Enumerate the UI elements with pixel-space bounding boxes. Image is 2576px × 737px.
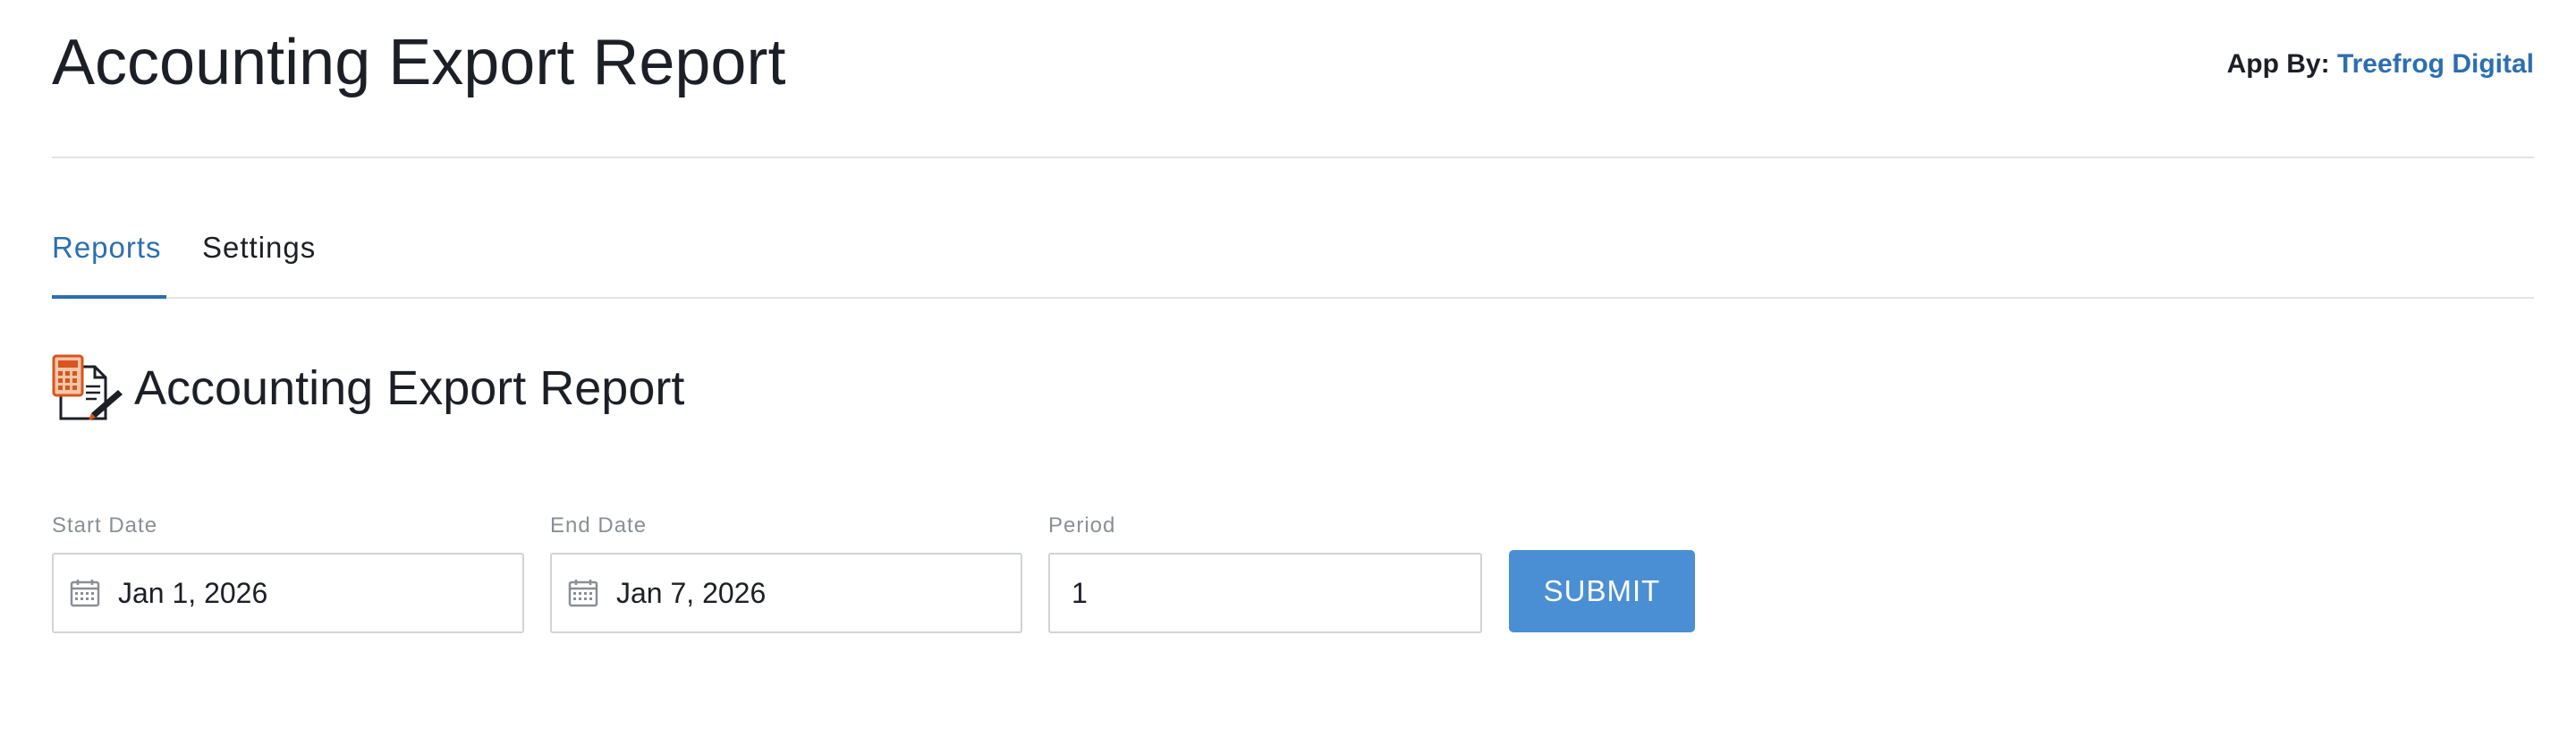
start-date-input[interactable]: Jan 1, 2026 — [52, 553, 524, 633]
end-date-label: End Date — [550, 513, 648, 538]
calendar-icon — [568, 580, 598, 607]
period-field: Period 1 — [1048, 513, 1482, 633]
period-value: 1 — [1072, 576, 1088, 609]
submit-button[interactable]: SUBMIT — [1509, 550, 1695, 632]
start-date-field: Start Date Jan 1, 2026 — [52, 513, 524, 633]
page: Accounting Export Report App By: Treefro… — [0, 0, 2576, 737]
calendar-icon — [70, 580, 100, 607]
end-date-field: End Date Jan 7, 2026 — [550, 513, 1022, 633]
start-date-label: Start Date — [52, 513, 158, 538]
period-input[interactable]: 1 — [1048, 553, 1482, 633]
tab-reports[interactable]: Reports — [52, 222, 166, 299]
end-date-value: Jan 7, 2026 — [616, 576, 767, 609]
calculator-document-icon — [52, 354, 123, 420]
treefrog-digital-link[interactable]: Treefrog Digital — [2337, 49, 2534, 79]
period-label: Period — [1048, 513, 1116, 538]
app-by-label: App By: — [2226, 49, 2330, 79]
start-date-value: Jan 1, 2026 — [118, 576, 268, 609]
end-date-input[interactable]: Jan 7, 2026 — [550, 553, 1022, 633]
app-title: Accounting Export Report — [52, 27, 786, 98]
header-divider — [52, 157, 2534, 158]
section-header: Accounting Export Report — [52, 354, 684, 422]
app-credit: App By: Treefrog Digital — [2227, 45, 2534, 84]
section-title: Accounting Export Report — [134, 361, 685, 415]
tab-settings[interactable]: Settings — [202, 222, 316, 299]
tab-bar: Reports Settings — [52, 222, 2534, 299]
